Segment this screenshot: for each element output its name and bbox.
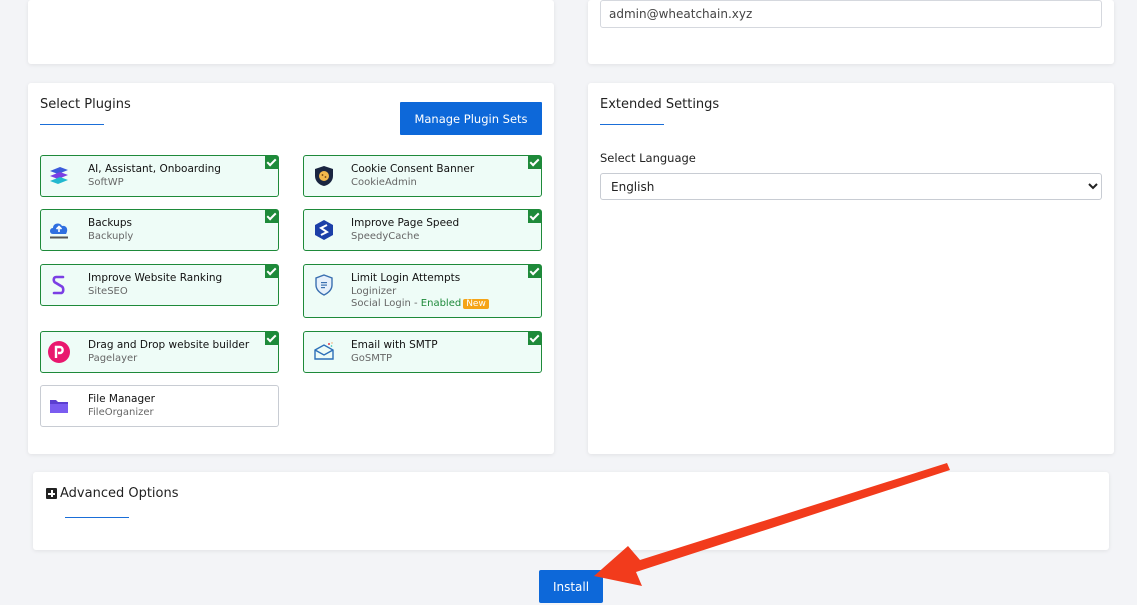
plugin-cookieadmin[interactable]: Cookie Consent Banner CookieAdmin bbox=[303, 155, 542, 197]
plugin-name: Email with SMTP bbox=[351, 339, 438, 351]
plugin-provider: SoftWP bbox=[88, 177, 124, 188]
checkbox-checked-icon[interactable] bbox=[528, 332, 541, 345]
language-select[interactable]: English bbox=[600, 173, 1102, 200]
backup-cloud-icon bbox=[50, 223, 68, 239]
social-login-status: Social Login - Enabled New bbox=[351, 298, 489, 309]
checkbox-checked-icon[interactable] bbox=[265, 332, 278, 345]
checkbox-checked-icon[interactable] bbox=[265, 210, 278, 223]
plugin-siteseo[interactable]: Improve Website Ranking SiteSEO bbox=[40, 264, 279, 306]
siteseo-icon bbox=[52, 275, 65, 295]
plus-square-icon[interactable] bbox=[46, 488, 57, 499]
checkbox-checked-icon[interactable] bbox=[265, 156, 278, 169]
softwp-icon bbox=[50, 167, 68, 184]
extended-settings-title: Extended Settings bbox=[600, 97, 720, 112]
advanced-options-title[interactable]: Advanced Options bbox=[60, 486, 179, 501]
select-plugins-title: Select Plugins bbox=[40, 97, 131, 112]
top-left-card bbox=[28, 0, 554, 64]
manage-plugin-sets-button[interactable]: Manage Plugin Sets bbox=[400, 102, 542, 135]
plugin-name: Improve Website Ranking bbox=[88, 272, 223, 284]
cookie-icon bbox=[315, 166, 333, 186]
plugin-fileorganizer[interactable]: File Manager FileOrganizer bbox=[40, 385, 279, 427]
extended-settings-card: Extended Settings Select Language Englis… bbox=[588, 83, 1114, 454]
plugin-speedycache[interactable]: Improve Page Speed SpeedyCache bbox=[303, 209, 542, 251]
plugin-pagelayer[interactable]: Drag and Drop website builder Pagelayer bbox=[40, 331, 279, 373]
plugin-provider: Backuply bbox=[88, 231, 134, 242]
plugin-name: Drag and Drop website builder bbox=[88, 339, 250, 351]
speedycache-icon bbox=[315, 220, 333, 240]
select-language-label: Select Language bbox=[600, 151, 696, 165]
folder-icon bbox=[50, 400, 68, 413]
plugin-provider: CookieAdmin bbox=[351, 177, 417, 188]
install-button[interactable]: Install bbox=[539, 570, 603, 603]
enabled-status: Enabled bbox=[420, 298, 462, 309]
plugin-name: File Manager bbox=[88, 393, 155, 405]
shield-icon bbox=[315, 274, 333, 296]
plugin-provider: Pagelayer bbox=[88, 353, 138, 364]
plugin-provider: SpeedyCache bbox=[351, 231, 420, 242]
email-icon bbox=[314, 342, 334, 360]
plugin-name: Cookie Consent Banner bbox=[351, 163, 475, 175]
plugin-name: Improve Page Speed bbox=[351, 217, 460, 229]
plugin-name: Backups bbox=[88, 217, 132, 229]
checkbox-checked-icon[interactable] bbox=[528, 210, 541, 223]
title-underline bbox=[600, 124, 664, 125]
advanced-options-card: Advanced Options bbox=[33, 472, 1109, 550]
select-plugins-card: Select Plugins Manage Plugin Sets AI, As… bbox=[28, 83, 554, 454]
plugin-name: Limit Login Attempts bbox=[351, 272, 461, 284]
checkbox-checked-icon[interactable] bbox=[528, 265, 541, 278]
plugin-provider: Loginizer bbox=[351, 286, 397, 297]
checkbox-checked-icon[interactable] bbox=[528, 156, 541, 169]
plugin-gosmtp[interactable]: Email with SMTP GoSMTP bbox=[303, 331, 542, 373]
pagelayer-icon bbox=[48, 341, 70, 363]
title-underline bbox=[65, 517, 129, 518]
new-badge: New bbox=[463, 299, 489, 309]
plugin-provider: GoSMTP bbox=[351, 353, 392, 364]
checkbox-checked-icon[interactable] bbox=[265, 265, 278, 278]
plugin-backuply[interactable]: Backups Backuply bbox=[40, 209, 279, 251]
admin-email-input[interactable] bbox=[600, 0, 1102, 28]
plugin-provider: SiteSEO bbox=[88, 286, 128, 297]
plugin-loginizer[interactable]: Limit Login Attempts Loginizer Social Lo… bbox=[303, 264, 542, 318]
title-underline bbox=[40, 124, 104, 125]
plugin-softwp[interactable]: AI, Assistant, Onboarding SoftWP bbox=[40, 155, 279, 197]
plugin-name: AI, Assistant, Onboarding bbox=[88, 163, 221, 175]
plugin-provider: FileOrganizer bbox=[88, 407, 154, 418]
top-right-card bbox=[588, 0, 1114, 64]
